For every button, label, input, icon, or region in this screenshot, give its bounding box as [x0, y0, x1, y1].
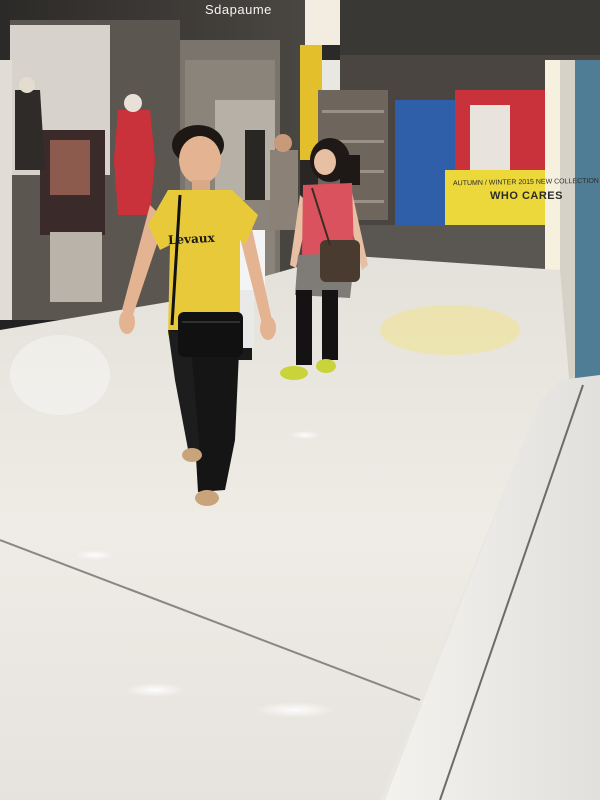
light-reflection [290, 431, 320, 439]
light-reflection [125, 683, 185, 697]
store-sign-text: Sdapaume [205, 2, 272, 17]
shirt-print-text: Levaux [167, 230, 216, 248]
light-reflection [75, 550, 115, 560]
black-crossbody-bag [178, 312, 243, 357]
ceiling-light-gap [300, 0, 345, 45]
brown-shoulder-bag [320, 240, 360, 282]
mannequin-red-dress [114, 110, 155, 215]
banner-reflection [380, 305, 520, 355]
banner-title: WHO CARES [490, 190, 563, 202]
light-reflection [10, 335, 110, 415]
photo-canvas [0, 0, 600, 800]
mall-corridor-photo: Sdapaume AUTUMN / WINTER 2015 NEW COLLEC… [0, 0, 600, 800]
mannequin-black [15, 90, 45, 170]
display-pedestal [50, 232, 102, 302]
mannequin-interior [245, 130, 265, 200]
light-reflection [255, 702, 335, 718]
